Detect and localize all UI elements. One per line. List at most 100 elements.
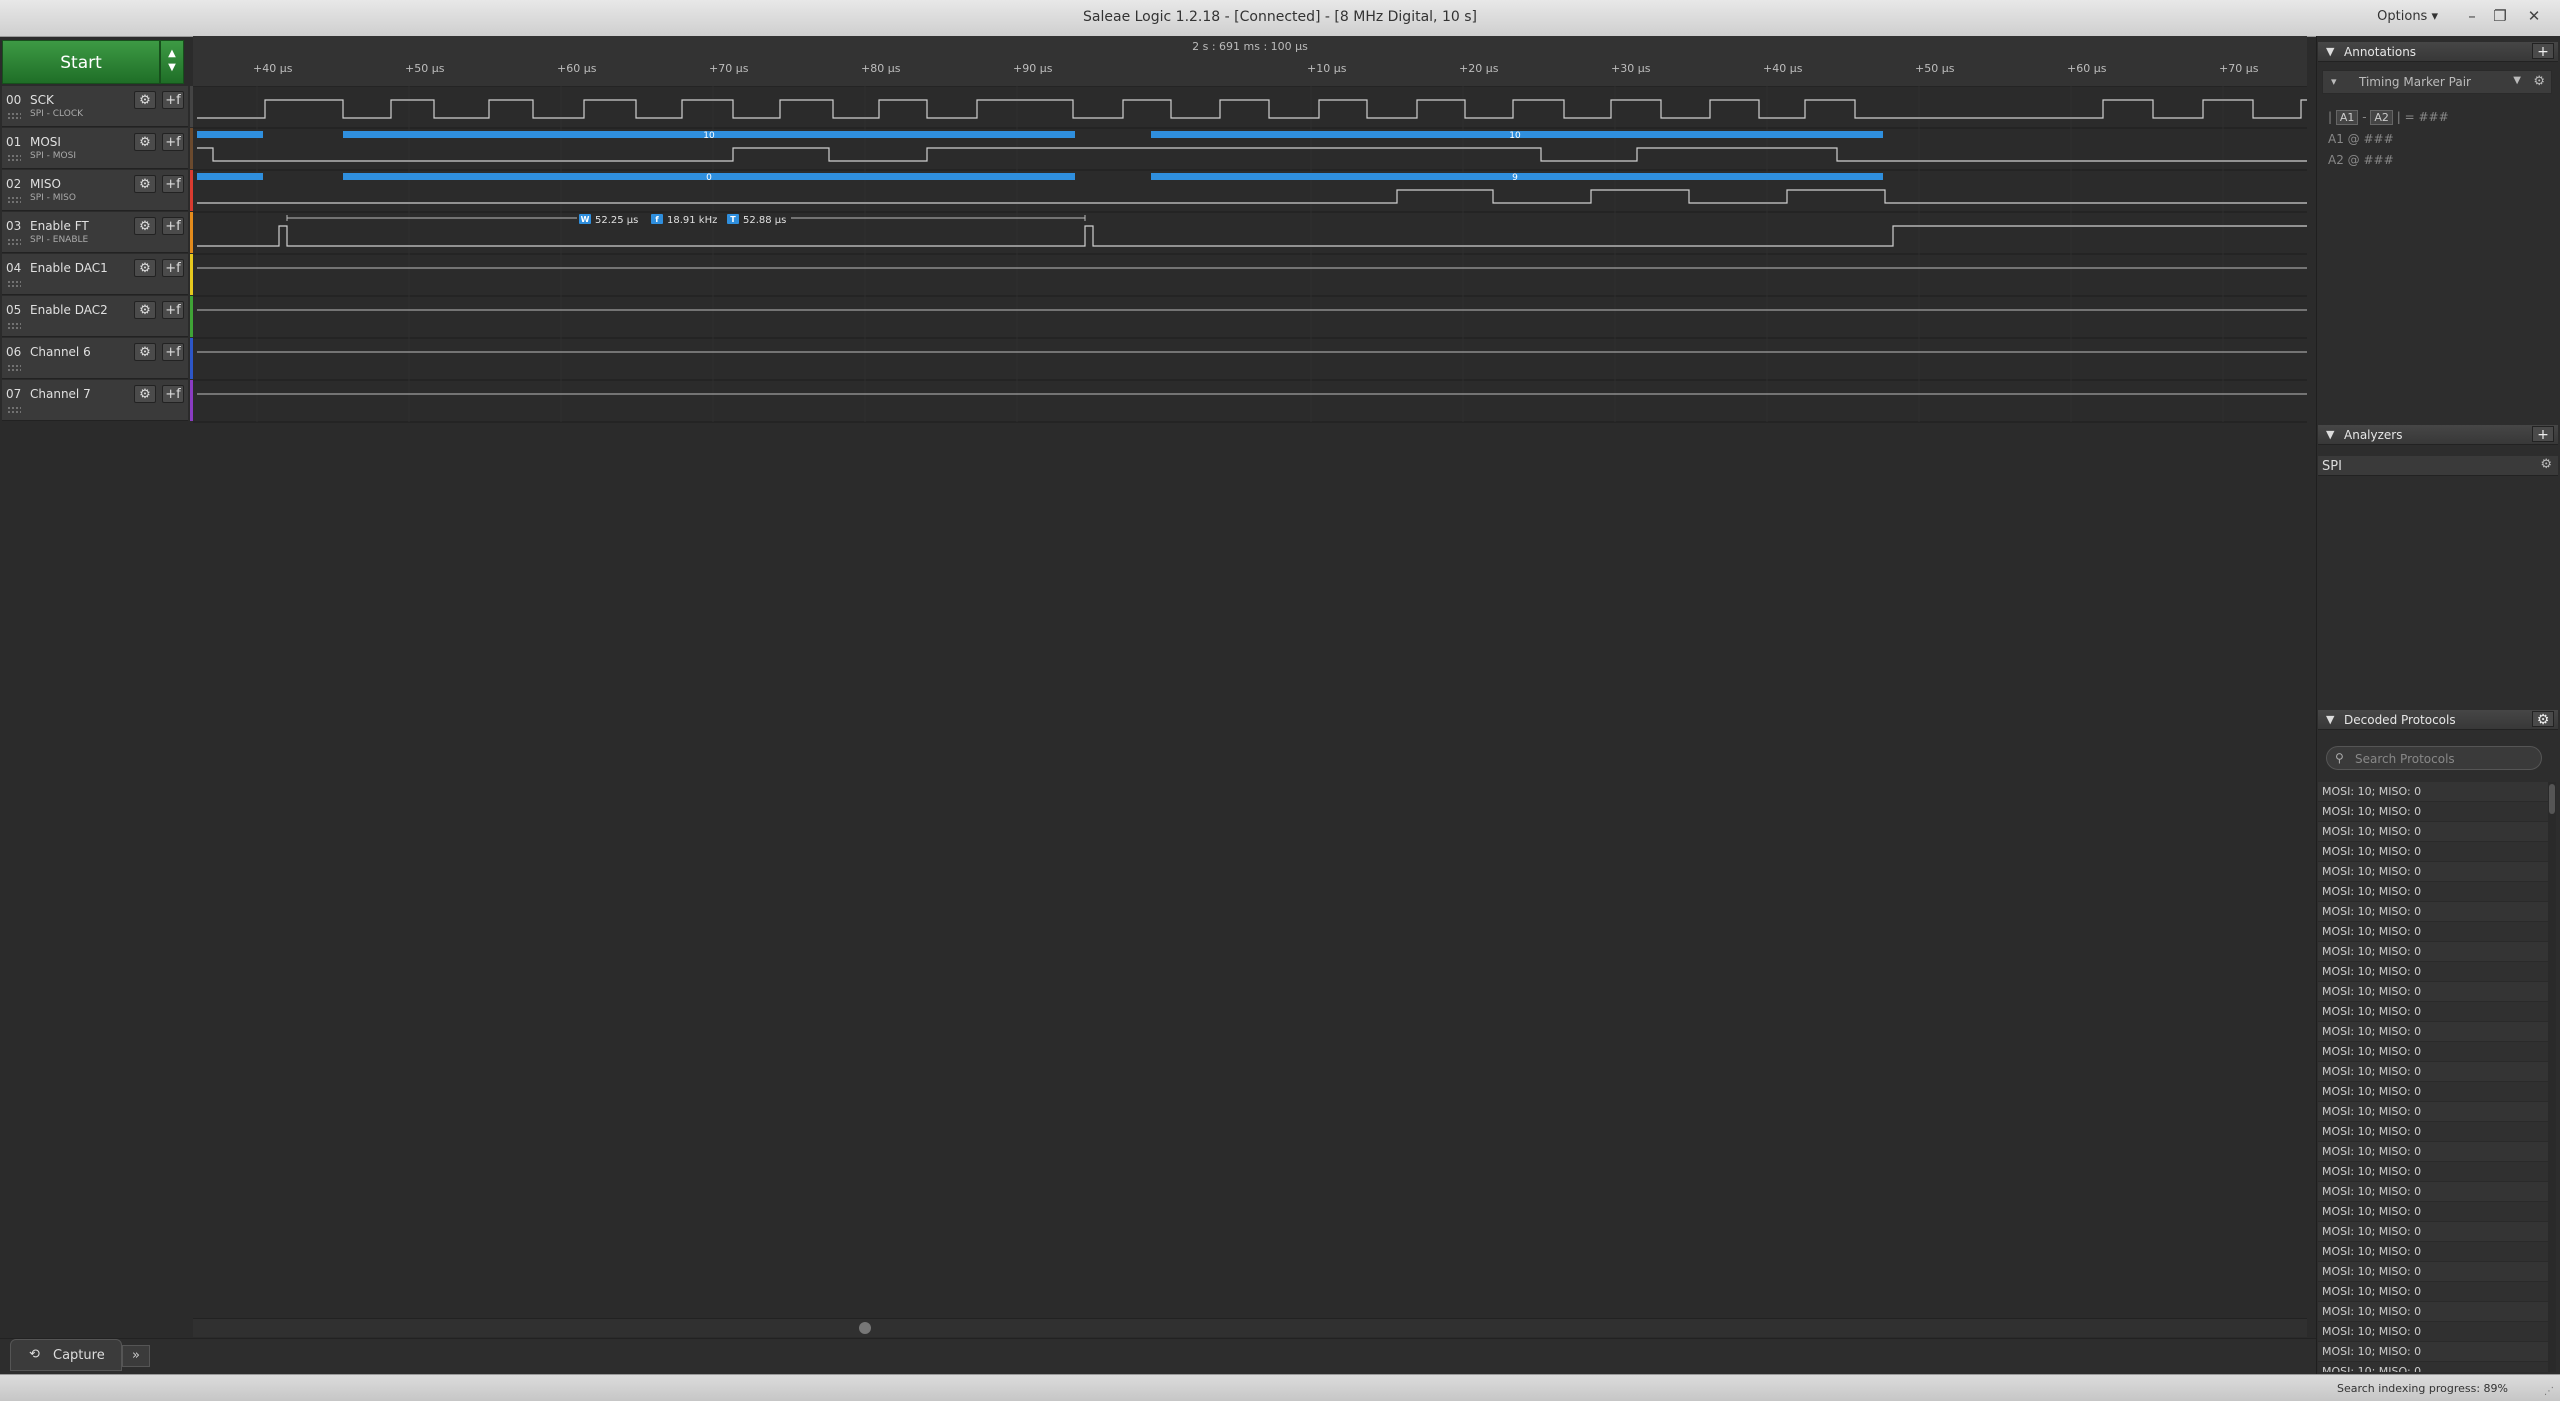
- channel-name[interactable]: Enable DAC1: [30, 261, 108, 275]
- gear-icon[interactable]: ⚙: [134, 301, 156, 319]
- channel-row[interactable]: 03 Enable FT SPI - ENABLE ⚙ +f: [2, 212, 195, 253]
- list-item[interactable]: MOSI: 10; MISO: 0: [2318, 1182, 2548, 1202]
- drag-handle-icon[interactable]: [7, 406, 21, 414]
- capture-tab[interactable]: ⟲ Capture: [10, 1339, 122, 1371]
- list-item[interactable]: MOSI: 10; MISO: 0: [2318, 1302, 2548, 1322]
- timing-marker-pair[interactable]: ▾ Timing Marker Pair ▼ ⚙: [2322, 70, 2552, 94]
- list-item[interactable]: MOSI: 10; MISO: 0: [2318, 1002, 2548, 1022]
- gear-icon[interactable]: ⚙: [2533, 74, 2545, 89]
- channel-row[interactable]: 01 MOSI SPI - MOSI ⚙ +f: [2, 128, 195, 169]
- channel-name[interactable]: Channel 6: [30, 345, 91, 359]
- drag-handle-icon[interactable]: [7, 238, 21, 246]
- waveform-canvas[interactable]: 10 10 0 9 W 52.25 μs f 18.91 kHz T 52.88 μs: [193, 36, 2307, 1320]
- waveform-area[interactable]: 10 10 0 9 W 52.25 μs f 18.91 kHz T 52.88 μs: [193, 36, 2307, 1320]
- analyzer-item-spi[interactable]: SPI ⚙: [2318, 456, 2558, 476]
- gear-icon[interactable]: ⚙: [134, 217, 156, 235]
- time-ruler[interactable]: 2 s : 691 ms : 100 μs +40 μs +50 μs +60 μs…: [193, 36, 2307, 86]
- resize-grip-icon[interactable]: ⋰: [2544, 1386, 2554, 1397]
- list-item[interactable]: MOSI: 10; MISO: 0: [2318, 1362, 2548, 1372]
- channel-name[interactable]: MISO: [30, 177, 61, 191]
- trigger-button[interactable]: +f: [162, 385, 184, 403]
- gear-icon[interactable]: ⚙: [134, 91, 156, 109]
- drag-handle-icon[interactable]: [7, 280, 21, 288]
- trigger-button[interactable]: +f: [162, 175, 184, 193]
- list-item[interactable]: MOSI: 10; MISO: 0: [2318, 1342, 2548, 1362]
- list-item[interactable]: MOSI: 10; MISO: 0: [2318, 1022, 2548, 1042]
- channel-row[interactable]: 05 Enable DAC2 ⚙ +f: [2, 296, 195, 337]
- trigger-button[interactable]: +f: [162, 259, 184, 277]
- channel-row[interactable]: 00 SCK SPI - CLOCK ⚙ +f: [2, 86, 195, 127]
- list-item[interactable]: MOSI: 10; MISO: 0: [2318, 782, 2548, 802]
- list-item[interactable]: MOSI: 10; MISO: 0: [2318, 842, 2548, 862]
- add-analyzer-button[interactable]: +: [2532, 426, 2554, 443]
- collapse-triangle-icon[interactable]: ▼: [2326, 428, 2334, 441]
- list-item[interactable]: MOSI: 10; MISO: 0: [2318, 1042, 2548, 1062]
- scrollbar-thumb[interactable]: [859, 1322, 871, 1334]
- drag-handle-icon[interactable]: [7, 364, 21, 372]
- gear-icon[interactable]: ⚙: [134, 259, 156, 277]
- gear-icon[interactable]: ⚙: [2540, 457, 2552, 472]
- restore-button[interactable]: ❐: [2488, 4, 2512, 28]
- trigger-button[interactable]: +f: [162, 133, 184, 151]
- start-button[interactable]: Start: [2, 40, 160, 84]
- protocol-scrollbar[interactable]: [2548, 782, 2556, 1372]
- trigger-button[interactable]: +f: [162, 343, 184, 361]
- list-item[interactable]: MOSI: 10; MISO: 0: [2318, 1222, 2548, 1242]
- list-item[interactable]: MOSI: 10; MISO: 0: [2318, 802, 2548, 822]
- channel-name[interactable]: Enable FT: [30, 219, 89, 233]
- collapse-triangle-icon[interactable]: ▼: [2326, 45, 2334, 58]
- list-item[interactable]: MOSI: 10; MISO: 0: [2318, 942, 2548, 962]
- dropdown-icon[interactable]: ▼: [2513, 75, 2521, 86]
- list-item[interactable]: MOSI: 10; MISO: 0: [2318, 1082, 2548, 1102]
- channel-row[interactable]: 07 Channel 7 ⚙ +f: [2, 380, 195, 421]
- a2-badge[interactable]: A2: [2370, 110, 2393, 125]
- drag-handle-icon[interactable]: [7, 154, 21, 162]
- list-item[interactable]: MOSI: 10; MISO: 0: [2318, 862, 2548, 882]
- minimize-button[interactable]: –: [2460, 4, 2484, 28]
- drag-handle-icon[interactable]: [7, 112, 21, 120]
- list-item[interactable]: MOSI: 10; MISO: 0: [2318, 1102, 2548, 1122]
- scrollbar-thumb[interactable]: [2549, 784, 2555, 814]
- list-item[interactable]: MOSI: 10; MISO: 0: [2318, 902, 2548, 922]
- decoded-protocols-header[interactable]: ▼ Decoded Protocols ⚙: [2318, 710, 2558, 730]
- decoded-protocol-list[interactable]: MOSI: 10; MISO: 0 MOSI: 10; MISO: 0 MOSI: …: [2318, 782, 2548, 1372]
- list-item[interactable]: MOSI: 10; MISO: 0: [2318, 1322, 2548, 1342]
- channel-name[interactable]: SCK: [30, 93, 54, 107]
- channel-row[interactable]: 06 Channel 6 ⚙ +f: [2, 338, 195, 379]
- channel-row[interactable]: 02 MISO SPI - MISO ⚙ +f: [2, 170, 195, 211]
- gear-icon[interactable]: ⚙: [134, 175, 156, 193]
- trigger-button[interactable]: +f: [162, 91, 184, 109]
- channel-name[interactable]: Enable DAC2: [30, 303, 108, 317]
- channel-row[interactable]: 04 Enable DAC1 ⚙ +f: [2, 254, 195, 295]
- gear-icon[interactable]: ⚙: [134, 385, 156, 403]
- trigger-button[interactable]: +f: [162, 301, 184, 319]
- list-item[interactable]: MOSI: 10; MISO: 0: [2318, 1122, 2548, 1142]
- search-input[interactable]: [2353, 750, 2537, 768]
- list-item[interactable]: MOSI: 10; MISO: 0: [2318, 1202, 2548, 1222]
- list-item[interactable]: MOSI: 10; MISO: 0: [2318, 962, 2548, 982]
- gear-icon[interactable]: ⚙: [134, 133, 156, 151]
- a1-badge[interactable]: A1: [2335, 110, 2359, 125]
- drag-handle-icon[interactable]: [7, 196, 21, 204]
- add-annotation-button[interactable]: +: [2532, 43, 2554, 60]
- expand-button[interactable]: »: [122, 1345, 150, 1367]
- start-dropdown-button[interactable]: ▲ ▼: [160, 40, 184, 84]
- gear-icon[interactable]: ⚙: [134, 343, 156, 361]
- list-item[interactable]: MOSI: 10; MISO: 0: [2318, 1262, 2548, 1282]
- list-item[interactable]: MOSI: 10; MISO: 0: [2318, 1142, 2548, 1162]
- list-item[interactable]: MOSI: 10; MISO: 0: [2318, 882, 2548, 902]
- horizontal-scrollbar[interactable]: [193, 1318, 2307, 1337]
- close-button[interactable]: ✕: [2522, 4, 2546, 28]
- drag-handle-icon[interactable]: [7, 322, 21, 330]
- list-item[interactable]: MOSI: 10; MISO: 0: [2318, 982, 2548, 1002]
- list-item[interactable]: MOSI: 10; MISO: 0: [2318, 1162, 2548, 1182]
- options-menu[interactable]: Options ▾: [2377, 9, 2438, 24]
- collapse-triangle-icon[interactable]: ▼: [2326, 713, 2334, 726]
- gear-icon[interactable]: ⚙: [2532, 711, 2554, 728]
- list-item[interactable]: MOSI: 10; MISO: 0: [2318, 1062, 2548, 1082]
- trigger-button[interactable]: +f: [162, 217, 184, 235]
- list-item[interactable]: MOSI: 10; MISO: 0: [2318, 1282, 2548, 1302]
- channel-name[interactable]: MOSI: [30, 135, 61, 149]
- list-item[interactable]: MOSI: 10; MISO: 0: [2318, 822, 2548, 842]
- annotations-header[interactable]: ▼ Annotations +: [2318, 42, 2558, 62]
